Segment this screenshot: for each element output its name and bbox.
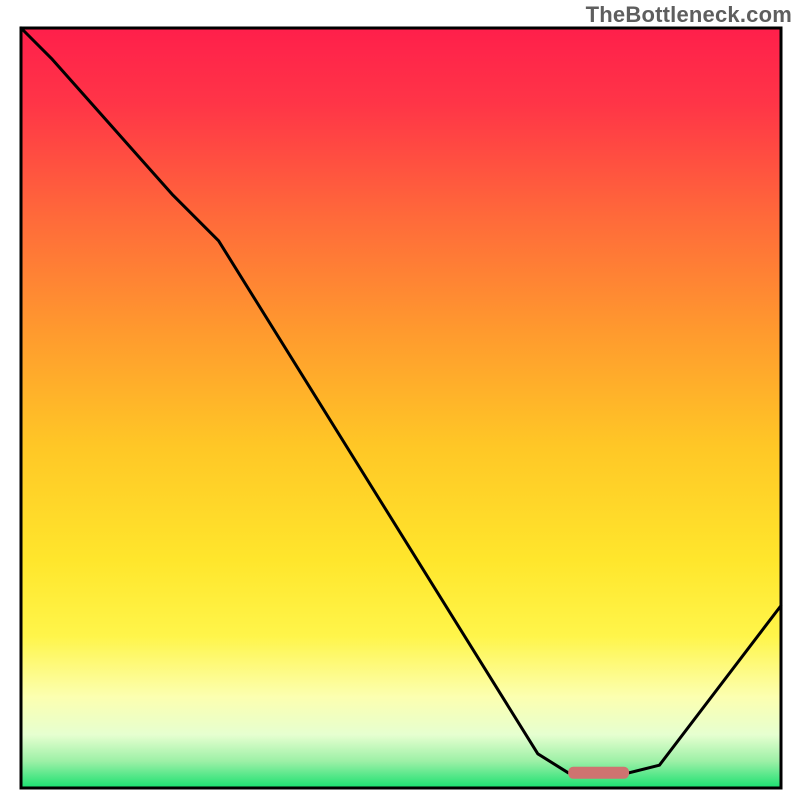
chart-container: TheBottleneck.com bbox=[0, 0, 800, 800]
optimal-region-marker bbox=[568, 767, 629, 779]
plot-background bbox=[21, 28, 781, 788]
bottleneck-chart bbox=[0, 0, 800, 800]
